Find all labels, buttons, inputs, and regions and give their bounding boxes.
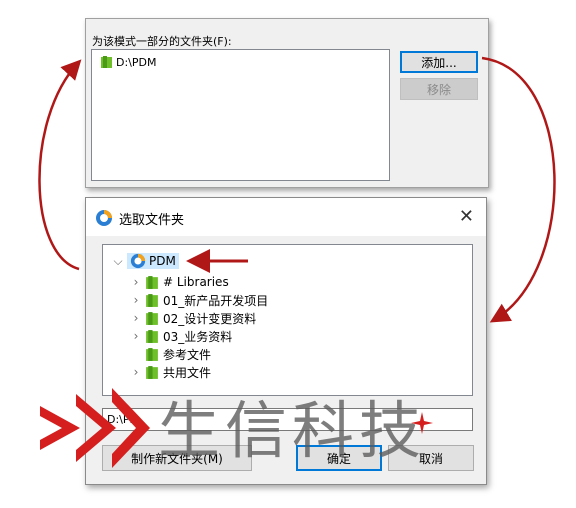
arrow-left-curve <box>38 59 82 271</box>
company-logo <box>40 388 150 468</box>
arrow-right-curve <box>481 56 556 323</box>
watermark-text: 生信科技 <box>158 394 427 467</box>
sparkle-icon <box>411 412 433 434</box>
